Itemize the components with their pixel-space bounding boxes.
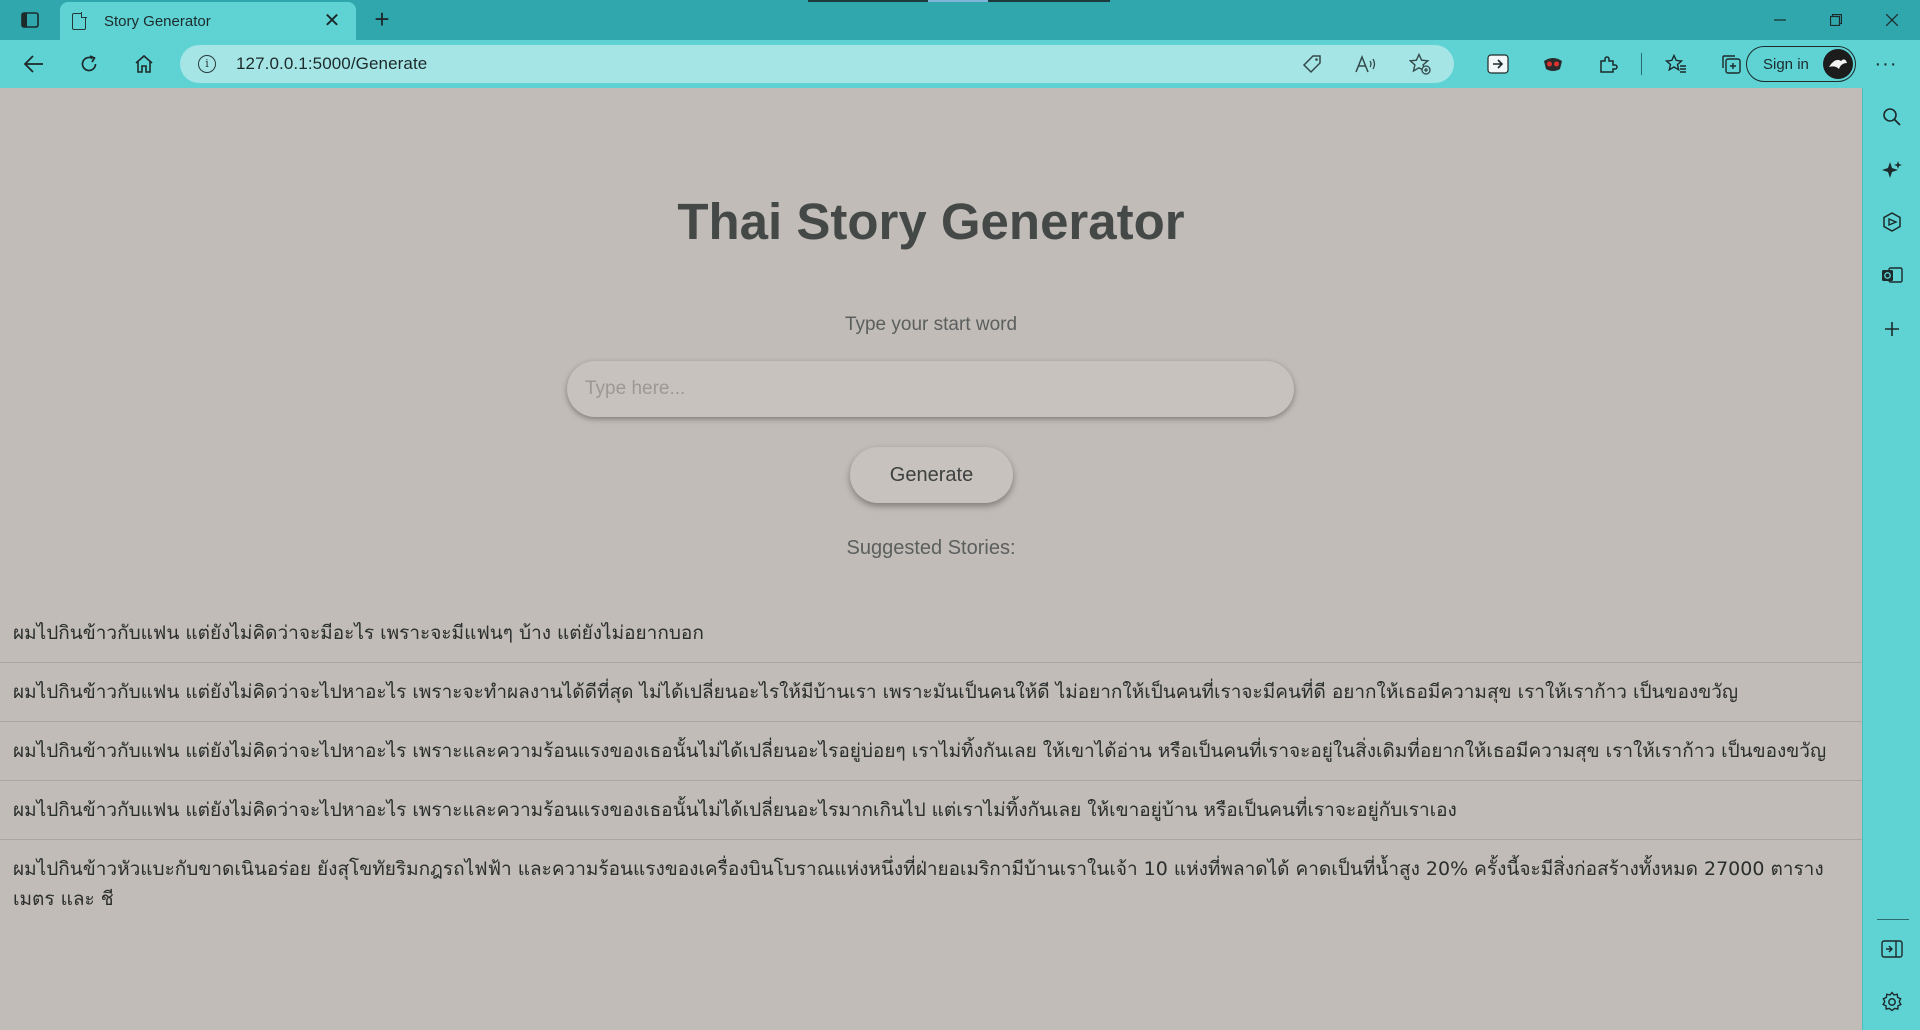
generate-button[interactable]: Generate <box>850 447 1013 503</box>
close-tab-icon[interactable]: ✕ <box>320 11 344 31</box>
browser-tab[interactable]: Story Generator ✕ <box>60 2 356 40</box>
tab-actions-icon[interactable] <box>12 6 48 34</box>
window-controls <box>1752 0 1920 40</box>
price-tag-icon[interactable] <box>1296 50 1328 78</box>
outlook-icon[interactable] <box>1877 260 1907 290</box>
home-icon[interactable] <box>126 48 162 80</box>
story-item: ผมไปกินข้าวกับแฟน แต่ยังไม่คิดว่าจะมีอะไ… <box>0 604 1862 663</box>
toolbar-divider <box>1641 53 1642 75</box>
toolbar-extensions <box>1470 46 1758 82</box>
search-icon[interactable] <box>1877 102 1907 132</box>
story-list: ผมไปกินข้าวกับแฟน แต่ยังไม่คิดว่าจะมีอะไ… <box>0 604 1862 928</box>
add-favorite-icon[interactable] <box>1404 50 1436 78</box>
url-host: 127.0.0.1 <box>236 54 308 73</box>
url-text[interactable]: 127.0.0.1:5000/Generate <box>236 54 1296 74</box>
loading-indicator <box>808 0 1110 2</box>
tab-title: Story Generator <box>104 12 211 30</box>
extensions-puzzle-icon[interactable] <box>1580 46 1635 82</box>
suggested-stories-heading: Suggested Stories: <box>846 537 1016 559</box>
extension-mask-icon[interactable] <box>1525 46 1580 82</box>
page-title: Thai Story Generator <box>677 193 1185 250</box>
minimize-icon[interactable] <box>1752 0 1808 40</box>
refresh-icon[interactable] <box>71 48 107 80</box>
start-word-label: Type your start word <box>844 314 1018 335</box>
read-aloud-icon[interactable] <box>1350 50 1382 78</box>
new-tab-button[interactable]: + <box>366 4 398 36</box>
games-icon[interactable] <box>1877 207 1907 237</box>
back-arrow-icon[interactable] <box>16 48 52 80</box>
story-item: ผมไปกินข้าวกับแฟน แต่ยังไม่คิดว่าจะไปหาอ… <box>0 722 1862 781</box>
page-content: Thai Story Generator Type your start wor… <box>0 88 1862 1030</box>
page-icon <box>72 11 87 30</box>
story-item: ผมไปกินข้าวกับแฟน แต่ยังไม่คิดว่าจะไปหาอ… <box>0 663 1862 722</box>
browser-sidebar <box>1862 88 1920 1030</box>
start-word-input[interactable] <box>567 361 1294 417</box>
close-window-icon[interactable] <box>1864 0 1920 40</box>
extension-arrow-icon[interactable] <box>1470 46 1525 82</box>
copilot-sparkle-icon[interactable] <box>1877 155 1907 185</box>
favorites-icon[interactable] <box>1648 46 1703 82</box>
sign-in-label: Sign in <box>1763 55 1809 73</box>
address-bar[interactable]: i 127.0.0.1:5000/Generate <box>180 45 1454 83</box>
tab-strip: Story Generator ✕ + <box>0 0 1920 40</box>
site-info-icon[interactable]: i <box>198 55 216 73</box>
restore-icon[interactable] <box>1808 0 1864 40</box>
hide-sidebar-icon[interactable] <box>1877 934 1907 964</box>
story-item: ผมไปกินข้าวหัวแบะกับขาดเนินอร่อย ยังสุโข… <box>13 858 1824 910</box>
sign-in-button[interactable]: Sign in <box>1746 46 1856 82</box>
profile-avatar <box>1823 49 1853 79</box>
navigation-bar: i 127.0.0.1:5000/Generate Sign in ··· <box>0 40 1920 88</box>
url-path: :5000/Generate <box>307 54 428 73</box>
story-item: ผมไปกินข้าวกับแฟน แต่ยังไม่คิดว่าจะไปหาอ… <box>0 781 1862 840</box>
more-menu-icon[interactable]: ··· <box>1866 46 1906 82</box>
add-sidebar-app-icon[interactable] <box>1877 314 1907 344</box>
sidebar-divider <box>1877 919 1909 920</box>
settings-gear-icon[interactable] <box>1877 987 1907 1017</box>
